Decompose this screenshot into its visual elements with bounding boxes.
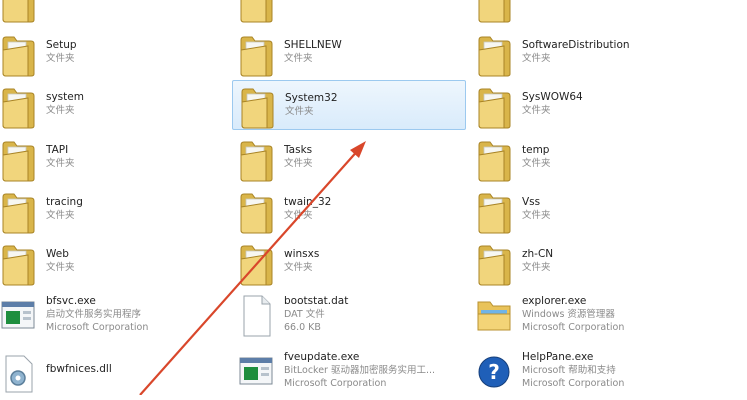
folder-icon — [476, 241, 512, 287]
folder-icon — [0, 84, 36, 130]
folder-icon — [238, 137, 274, 183]
item-name: SoftwareDistribution — [522, 39, 630, 51]
folder-item-system[interactable]: system 文件夹 — [0, 84, 228, 130]
folder-item-softwaredistribution[interactable]: SoftwareDistribution 文件夹 — [476, 32, 704, 78]
folder-icon — [238, 189, 274, 235]
folder-item[interactable]: 文件夹 — [476, 0, 704, 24]
folder-item-tracing[interactable]: tracing 文件夹 — [0, 189, 228, 235]
item-name: System32 — [285, 92, 338, 104]
folder-item-setup[interactable]: Setup 文件夹 — [0, 32, 228, 78]
item-type: 文件夹 — [46, 158, 75, 169]
folder-item-temp[interactable]: temp 文件夹 — [476, 137, 704, 183]
svg-text:?: ? — [488, 360, 500, 384]
item-name: Tasks — [284, 144, 313, 156]
folder-icon — [476, 189, 512, 235]
item-name: winsxs — [284, 248, 320, 260]
item-name: SHELLNEW — [284, 39, 342, 51]
item-type: Windows 资源管理器 — [522, 309, 615, 320]
folder-item-vss[interactable]: Vss 文件夹 — [476, 189, 704, 235]
item-publisher: Microsoft Corporation — [46, 322, 149, 333]
item-type: 文件夹 — [46, 210, 75, 221]
item-name: system — [46, 91, 84, 103]
folder-icon — [0, 189, 36, 235]
item-type: BitLocker 驱动器加密服务实用工... — [284, 365, 436, 376]
folder-icon — [476, 137, 512, 183]
item-type: 文件夹 — [46, 105, 75, 116]
folder-item-zhcn[interactable]: zh-CN 文件夹 — [476, 241, 704, 287]
exe-app-icon — [1, 301, 35, 329]
item-name: Web — [46, 248, 69, 260]
folder-item-system32[interactable]: System32 文件夹 — [232, 80, 466, 130]
item-publisher: Microsoft Corporation — [284, 378, 387, 389]
item-type: 文件夹 — [522, 158, 551, 169]
item-type: 文件夹 — [522, 105, 551, 116]
folder-item-syswow64[interactable]: SysWOW64 文件夹 — [476, 84, 704, 130]
item-name: zh-CN — [522, 248, 554, 260]
explorer-icon — [477, 301, 511, 331]
item-size: 66.0 KB — [284, 322, 321, 333]
item-type: 文件夹 — [284, 53, 313, 64]
exe-app-icon — [239, 357, 273, 385]
file-item-fbwfnices[interactable]: fbwfnices.dll — [0, 348, 228, 400]
folder-icon — [476, 84, 512, 130]
folder-icon — [238, 0, 274, 24]
item-type: 文件夹 — [522, 210, 551, 221]
item-name: fbwfnices.dll — [46, 363, 112, 375]
folder-item-web[interactable]: Web 文件夹 — [0, 241, 228, 287]
folder-item-tasks[interactable]: Tasks 文件夹 — [238, 137, 466, 183]
item-name: bfsvc.exe — [46, 295, 96, 307]
item-type: 文件夹 — [46, 262, 75, 273]
folder-item[interactable]: 文件夹 — [0, 0, 228, 24]
folder-icon — [239, 84, 275, 130]
folder-icon — [0, 137, 36, 183]
item-name: HelpPane.exe — [522, 351, 594, 363]
folder-item-shellnew[interactable]: SHELLNEW 文件夹 — [238, 32, 466, 78]
file-list: 文件夹 文件夹 文件夹 Setup 文件夹 SHELLNEW 文件夹 Softwar… — [0, 0, 747, 395]
item-name: fveupdate.exe — [284, 351, 360, 363]
dll-gear-icon — [5, 355, 33, 393]
item-type: 文件夹 — [284, 210, 313, 221]
item-type: 文件夹 — [522, 262, 551, 273]
file-item-helppane[interactable]: ? HelpPane.exe Microsoft 帮助和支持 Microsoft C… — [476, 348, 704, 400]
item-name: Vss — [522, 196, 541, 208]
item-name: bootstat.dat — [284, 295, 349, 307]
item-name: TAPI — [46, 144, 69, 156]
document-icon — [243, 295, 271, 337]
item-type: 文件夹 — [284, 158, 313, 169]
help-icon: ? — [478, 356, 510, 388]
file-item-fveupdate[interactable]: fveupdate.exe BitLocker 驱动器加密服务实用工... Micr… — [238, 348, 466, 400]
file-item-bfsvc[interactable]: bfsvc.exe 启动文件服务实用程序 Microsoft Corporation — [0, 292, 228, 344]
folder-icon — [476, 32, 512, 78]
item-publisher: Microsoft Corporation — [522, 322, 625, 333]
item-publisher: Microsoft Corporation — [522, 378, 625, 389]
item-name: tracing — [46, 196, 83, 208]
folder-icon — [0, 241, 36, 287]
item-type: Microsoft 帮助和支持 — [522, 365, 616, 376]
item-name: Setup — [46, 39, 77, 51]
item-type: 启动文件服务实用程序 — [46, 309, 142, 320]
folder-icon — [476, 0, 512, 24]
folder-icon — [0, 0, 36, 24]
item-type: 文件夹 — [285, 106, 314, 117]
item-type: 文件夹 — [522, 53, 551, 64]
item-name: SysWOW64 — [522, 91, 583, 103]
folder-item[interactable]: 文件夹 — [238, 0, 466, 24]
folder-icon — [0, 32, 36, 78]
item-name: temp — [522, 144, 550, 156]
item-name: explorer.exe — [522, 295, 587, 307]
item-type: 文件夹 — [46, 53, 75, 64]
folder-item-twain32[interactable]: twain_32 文件夹 — [238, 189, 466, 235]
folder-item-tapi[interactable]: TAPI 文件夹 — [0, 137, 228, 183]
folder-item-winsxs[interactable]: winsxs 文件夹 — [238, 241, 466, 287]
folder-icon — [238, 32, 274, 78]
item-type: DAT 文件 — [284, 309, 325, 320]
item-name: twain_32 — [284, 196, 332, 208]
file-item-explorer[interactable]: explorer.exe Windows 资源管理器 Microsoft Corpo… — [476, 292, 704, 344]
folder-icon — [238, 241, 274, 287]
item-type: 文件夹 — [284, 262, 313, 273]
file-item-bootstat[interactable]: bootstat.dat DAT 文件 66.0 KB — [238, 292, 466, 344]
